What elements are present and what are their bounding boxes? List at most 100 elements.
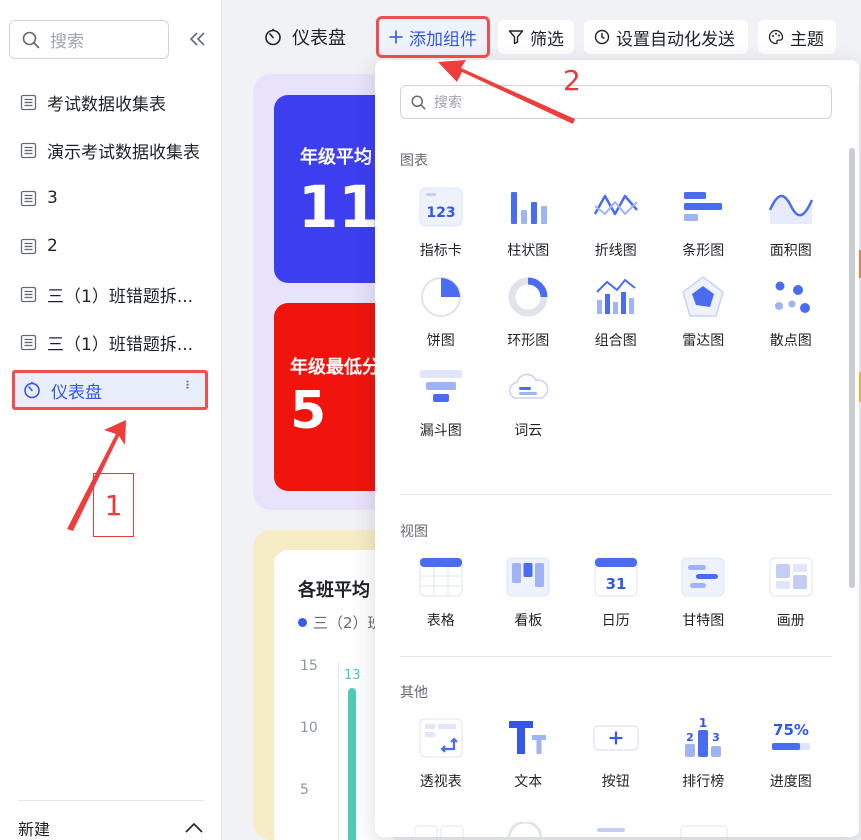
- filter-button[interactable]: 筛选: [498, 20, 574, 54]
- widget-label: 散点图: [769, 333, 812, 349]
- widget-line-chart[interactable]: 折线图: [572, 184, 660, 260]
- widget-pie-chart[interactable]: 饼图: [397, 274, 485, 350]
- sidebar: 搜索 考试数据收集表 演示考试数据收集表 3 2 三（1）班错题拆... 三（1…: [0, 0, 222, 840]
- widget-progress-chart[interactable]: 75% 进度图: [747, 715, 835, 791]
- min-score-value: 5: [290, 381, 327, 441]
- sidebar-item-demo-exam-data[interactable]: 演示考试数据收集表: [0, 126, 222, 174]
- bar-chart-icon: [505, 184, 551, 230]
- widget-label: 甘特图: [682, 613, 725, 629]
- line-chart-icon: [593, 184, 639, 230]
- scatter-chart-icon: [768, 274, 814, 320]
- bar-data-label: 13: [344, 668, 361, 683]
- sidebar-item-3[interactable]: 3: [0, 174, 222, 222]
- pivot-table-icon: [418, 715, 464, 761]
- theme-button[interactable]: 主题: [758, 20, 836, 54]
- collapse-sidebar-button[interactable]: [186, 28, 208, 50]
- svg-text:2: 2: [686, 731, 694, 744]
- widget-area-chart[interactable]: 面积图: [747, 184, 835, 260]
- widget-search-placeholder: 搜索: [434, 95, 462, 111]
- dropdown-scrollbar[interactable]: [849, 148, 855, 588]
- widget-label: 词云: [514, 423, 543, 439]
- dashboard-title-text: 仪表盘: [292, 28, 346, 49]
- table-icon: [20, 94, 37, 110]
- widget-text[interactable]: 文本: [485, 715, 573, 791]
- sidebar-footer[interactable]: 新建: [18, 800, 204, 840]
- add-widget-label: 添加组件: [409, 29, 477, 50]
- chart-widget-grid: 123 指标卡 柱状图 折线图 条形图 面积图 饼图 环形图 组合图 雷达图 散…: [397, 184, 835, 440]
- widget-word-cloud[interactable]: 词云: [485, 364, 573, 440]
- theme-label: 主题: [790, 29, 824, 50]
- sidebar-item-2[interactable]: 2: [0, 222, 222, 270]
- ranking-icon-text: 1: [699, 716, 707, 730]
- widget-radar-chart[interactable]: 雷达图: [660, 274, 748, 350]
- widget-label: 面积图: [769, 243, 812, 259]
- widget-label: 漏斗图: [419, 423, 462, 439]
- more-options-icon[interactable]: ···: [178, 379, 197, 388]
- section-title-views: 视图: [400, 524, 428, 540]
- dashboard-icon: [265, 28, 281, 46]
- search-icon: [22, 31, 40, 48]
- sidebar-item-error-breakdown-2[interactable]: 三（1）班错题拆...: [0, 318, 222, 366]
- widget-kanban-view[interactable]: 看板: [485, 554, 573, 630]
- avg-score-label: 年级平均: [300, 147, 372, 168]
- widget-ranking[interactable]: 12 3 排行榜: [660, 715, 748, 791]
- combo-chart-icon: [593, 274, 639, 320]
- table-icon: [20, 334, 37, 350]
- widget-table-view[interactable]: 表格: [397, 554, 485, 630]
- chevron-up-icon[interactable]: [184, 822, 204, 834]
- next-row-icons-partial: [415, 822, 728, 837]
- plus-icon: [389, 30, 403, 44]
- sidebar-item-error-breakdown-1[interactable]: 三（1）班错题拆...: [0, 270, 222, 318]
- avg-score-value: 11: [298, 173, 379, 241]
- widget-label: 按钮: [601, 774, 630, 790]
- sidebar-item-label: 3: [47, 188, 58, 208]
- widget-label: 画册: [776, 613, 805, 629]
- widget-search-input[interactable]: 搜索: [400, 85, 832, 119]
- widget-label: 进度图: [769, 774, 812, 790]
- widget-funnel-chart[interactable]: 漏斗图: [397, 364, 485, 440]
- widget-gallery-view[interactable]: 画册: [747, 554, 835, 630]
- widget-combo-chart[interactable]: 组合图: [572, 274, 660, 350]
- filter-label: 筛选: [530, 29, 564, 50]
- widget-label: 看板: [514, 613, 543, 629]
- legend-label: 三（2）班: [313, 614, 383, 632]
- widget-scatter-chart[interactable]: 散点图: [747, 274, 835, 350]
- kanban-icon: [505, 554, 551, 600]
- ranking-icon: 12 3: [680, 715, 726, 761]
- y-tick: 15: [300, 658, 318, 674]
- auto-send-button[interactable]: 设置自动化发送: [584, 20, 748, 54]
- chart-legend: 三（2）班: [298, 612, 383, 633]
- metric-icon-text: 123: [426, 205, 455, 221]
- widget-calendar-view[interactable]: 31 日历: [572, 554, 660, 630]
- sidebar-item-dashboard[interactable]: 仪表盘 ···: [12, 370, 208, 410]
- clock-send-icon: [594, 29, 610, 45]
- sidebar-search-input[interactable]: 搜索: [9, 20, 169, 59]
- add-widget-button[interactable]: 添加组件: [376, 16, 490, 58]
- widget-horizontal-bar-chart[interactable]: 条形图: [660, 184, 748, 260]
- pie-chart-icon: [418, 274, 464, 320]
- area-chart-icon: [768, 184, 814, 230]
- widget-pivot-table[interactable]: 透视表: [397, 715, 485, 791]
- table-icon: [20, 190, 37, 206]
- donut-chart-icon: [505, 274, 551, 320]
- widget-label: 折线图: [594, 243, 637, 259]
- chart-axis-line: [338, 662, 339, 840]
- widget-label: 饼图: [426, 333, 455, 349]
- calendar-icon: 31: [593, 554, 639, 600]
- sidebar-item-exam-data[interactable]: 考试数据收集表: [0, 78, 222, 126]
- double-chevron-left-icon: [189, 32, 205, 46]
- sidebar-item-label: 演示考试数据收集表: [47, 142, 200, 163]
- auto-send-label: 设置自动化发送: [616, 29, 735, 50]
- widget-label: 柱状图: [507, 243, 550, 259]
- widget-donut-chart[interactable]: 环形图: [485, 274, 573, 350]
- widget-label: 透视表: [419, 774, 462, 790]
- annotation-step-1: 1: [93, 473, 134, 537]
- widget-button[interactable]: 按钮: [572, 715, 660, 791]
- widget-gantt-view[interactable]: 甘特图: [660, 554, 748, 630]
- funnel-chart-icon: [418, 364, 464, 410]
- sidebar-search-placeholder: 搜索: [50, 32, 84, 52]
- widget-metric-card[interactable]: 123 指标卡: [397, 184, 485, 260]
- widget-label: 文本: [514, 774, 543, 790]
- widget-bar-chart[interactable]: 柱状图: [485, 184, 573, 260]
- min-score-label: 年级最低分: [290, 357, 380, 378]
